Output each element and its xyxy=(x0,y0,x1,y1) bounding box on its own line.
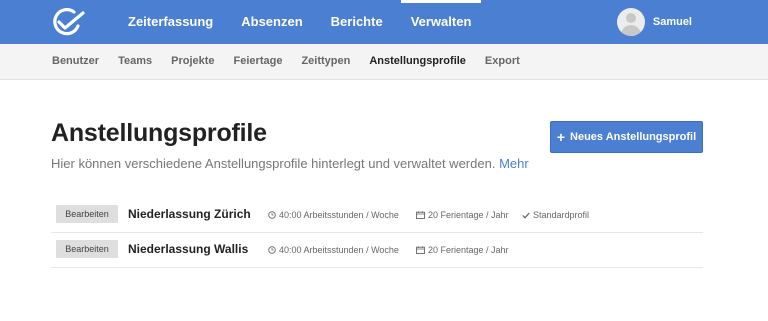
main-navigation: Zeiterfassung Absenzen Berichte Verwalte… xyxy=(128,0,485,44)
subnav-export[interactable]: Export xyxy=(485,44,520,80)
subnav-benutzer[interactable]: Benutzer xyxy=(52,44,99,80)
vacation-days-text: 20 Ferientage / Jahr xyxy=(428,245,509,255)
more-link[interactable]: Mehr xyxy=(499,156,529,171)
sub-navigation: Benutzer Teams Projekte Feiertage Zeitty… xyxy=(52,44,539,80)
avatar[interactable] xyxy=(616,8,645,36)
top-navigation-bar: Zeiterfassung Absenzen Berichte Verwalte… xyxy=(0,0,768,44)
weekly-hours-text: 40:00 Arbeitsstunden / Woche xyxy=(279,245,399,255)
clock-icon xyxy=(268,246,276,254)
nav-zeiterfassung[interactable]: Zeiterfassung xyxy=(128,0,227,44)
calendar-icon xyxy=(416,211,425,219)
new-profile-button[interactable]: + Neues Anstellungsprofil xyxy=(550,121,703,153)
nav-berichte[interactable]: Berichte xyxy=(317,0,397,44)
description-text: Hier können verschiedene Anstellungsprof… xyxy=(51,156,496,171)
subnav-projekte[interactable]: Projekte xyxy=(171,44,214,80)
subnav-zeittypen[interactable]: Zeittypen xyxy=(301,44,350,80)
plus-icon: + xyxy=(556,128,566,145)
user-menu[interactable]: Samuel xyxy=(616,8,692,36)
weekly-hours-text: 40:00 Arbeitsstunden / Woche xyxy=(279,210,399,220)
table-row: Bearbeiten Niederlassung Wallis 40:00 Ar… xyxy=(51,233,703,268)
vacation-days: 20 Ferientage / Jahr xyxy=(416,245,509,255)
check-icon xyxy=(522,212,530,219)
sub-navigation-bar: Benutzer Teams Projekte Feiertage Zeitty… xyxy=(0,44,768,80)
nav-absenzen[interactable]: Absenzen xyxy=(227,0,316,44)
subnav-anstellungsprofile[interactable]: Anstellungsprofile xyxy=(369,44,466,80)
user-name[interactable]: Samuel xyxy=(653,16,692,28)
vacation-days-text: 20 Ferientage / Jahr xyxy=(428,210,509,220)
clock-check-icon[interactable] xyxy=(50,7,86,37)
calendar-icon xyxy=(416,246,425,254)
edit-button[interactable]: Bearbeiten xyxy=(56,205,118,223)
page-description: Hier können verschiedene Anstellungsprof… xyxy=(51,156,529,171)
profile-name: Niederlassung Wallis xyxy=(128,242,249,256)
edit-button[interactable]: Bearbeiten xyxy=(56,240,118,258)
weekly-hours: 40:00 Arbeitsstunden / Woche xyxy=(268,245,399,255)
page-title: Anstellungsprofile xyxy=(51,119,267,147)
nav-verwalten[interactable]: Verwalten xyxy=(397,0,486,44)
clock-icon xyxy=(268,211,276,219)
subnav-feiertage[interactable]: Feiertage xyxy=(234,44,283,80)
vacation-days: 20 Ferientage / Jahr xyxy=(416,210,509,220)
standard-profile-badge: Standardprofil xyxy=(522,210,589,220)
profile-name: Niederlassung Zürich xyxy=(128,207,251,221)
profile-list: Bearbeiten Niederlassung Zürich 40:00 Ar… xyxy=(51,198,703,268)
subnav-teams[interactable]: Teams xyxy=(118,44,152,80)
new-profile-label: Neues Anstellungsprofil xyxy=(570,131,697,143)
table-row: Bearbeiten Niederlassung Zürich 40:00 Ar… xyxy=(51,198,703,233)
standard-profile-text: Standardprofil xyxy=(533,210,590,220)
weekly-hours: 40:00 Arbeitsstunden / Woche xyxy=(268,210,399,220)
